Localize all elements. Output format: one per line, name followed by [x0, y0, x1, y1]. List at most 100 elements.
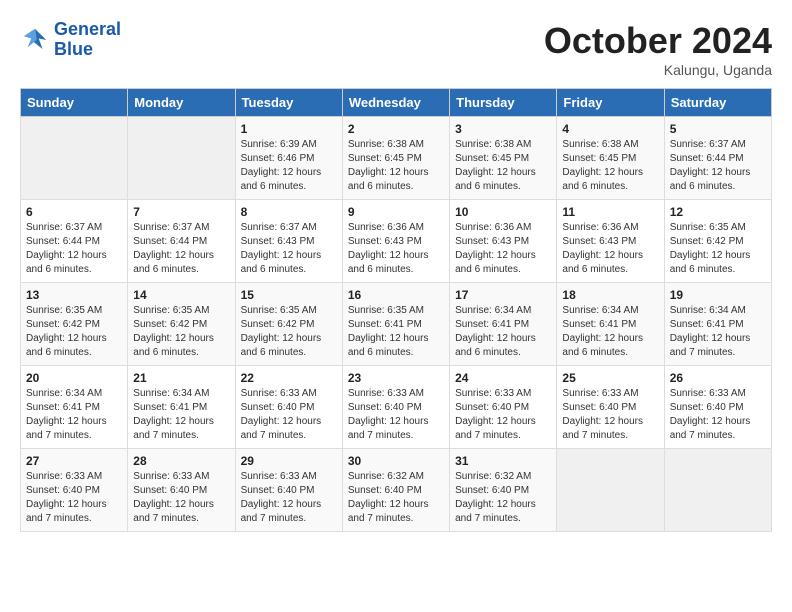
logo: General Blue [20, 20, 121, 60]
day-info: Sunrise: 6:33 AM Sunset: 6:40 PM Dayligh… [26, 470, 122, 526]
day-info: Sunrise: 6:37 AM Sunset: 6:44 PM Dayligh… [133, 221, 229, 277]
day-number: 2 [348, 122, 444, 136]
day-info: Sunrise: 6:39 AM Sunset: 6:46 PM Dayligh… [241, 138, 337, 194]
day-info: Sunrise: 6:33 AM Sunset: 6:40 PM Dayligh… [241, 470, 337, 526]
day-number: 24 [455, 371, 551, 385]
weekday-header-cell: Monday [128, 89, 235, 117]
calendar-cell: 6 Sunrise: 6:37 AM Sunset: 6:44 PM Daylig… [21, 200, 128, 283]
day-info: Sunrise: 6:35 AM Sunset: 6:42 PM Dayligh… [26, 304, 122, 360]
calendar-cell: 13Sunrise: 6:35 AM Sunset: 6:42 PM Dayli… [21, 283, 128, 366]
day-number: 6 [26, 205, 122, 219]
calendar-cell: 22 Sunrise: 6:33 AM Sunset: 6:40 PM Dayli… [235, 366, 342, 449]
calendar-cell: 1 Sunrise: 6:39 AM Sunset: 6:46 PM Daylig… [235, 117, 342, 200]
weekday-header-cell: Friday [557, 89, 664, 117]
day-info: Sunrise: 6:34 AM Sunset: 6:41 PM Dayligh… [670, 304, 766, 360]
calendar-cell: 30 Sunrise: 6:32 AM Sunset: 6:40 PM Dayli… [342, 449, 449, 532]
day-number: 26 [670, 371, 766, 385]
day-info: Sunrise: 6:35 AM Sunset: 6:41 PM Dayligh… [348, 304, 444, 360]
day-info: Sunrise: 6:32 AM Sunset: 6:40 PM Dayligh… [455, 470, 551, 526]
day-info: Sunrise: 6:33 AM Sunset: 6:40 PM Dayligh… [455, 387, 551, 443]
calendar-cell: 10 Sunrise: 6:36 AM Sunset: 6:43 PM Dayli… [450, 200, 557, 283]
day-info: Sunrise: 6:38 AM Sunset: 6:45 PM Dayligh… [562, 138, 658, 194]
calendar-cell: 8 Sunrise: 6:37 AM Sunset: 6:43 PM Daylig… [235, 200, 342, 283]
calendar-cell: 29 Sunrise: 6:33 AM Sunset: 6:40 PM Dayli… [235, 449, 342, 532]
month-title: October 2024 [544, 20, 772, 62]
calendar-table: SundayMondayTuesdayWednesdayThursdayFrid… [20, 88, 772, 532]
day-info: Sunrise: 6:36 AM Sunset: 6:43 PM Dayligh… [455, 221, 551, 277]
day-number: 8 [241, 205, 337, 219]
day-info: Sunrise: 6:33 AM Sunset: 6:40 PM Dayligh… [670, 387, 766, 443]
day-info: Sunrise: 6:34 AM Sunset: 6:41 PM Dayligh… [562, 304, 658, 360]
location-subtitle: Kalungu, Uganda [544, 62, 772, 78]
day-number: 18 [562, 288, 658, 302]
day-number: 28 [133, 454, 229, 468]
day-number: 10 [455, 205, 551, 219]
calendar-cell: 25 Sunrise: 6:33 AM Sunset: 6:40 PM Dayli… [557, 366, 664, 449]
calendar-cell: 5 Sunrise: 6:37 AM Sunset: 6:44 PM Daylig… [664, 117, 771, 200]
day-info: Sunrise: 6:33 AM Sunset: 6:40 PM Dayligh… [133, 470, 229, 526]
calendar-cell [557, 449, 664, 532]
day-info: Sunrise: 6:32 AM Sunset: 6:40 PM Dayligh… [348, 470, 444, 526]
day-number: 27 [26, 454, 122, 468]
weekday-header-cell: Saturday [664, 89, 771, 117]
day-number: 3 [455, 122, 551, 136]
calendar-cell: 28 Sunrise: 6:33 AM Sunset: 6:40 PM Dayli… [128, 449, 235, 532]
calendar-week-row: 6 Sunrise: 6:37 AM Sunset: 6:44 PM Daylig… [21, 200, 772, 283]
day-number: 11 [562, 205, 658, 219]
day-number: 23 [348, 371, 444, 385]
calendar-cell: 16Sunrise: 6:35 AM Sunset: 6:41 PM Dayli… [342, 283, 449, 366]
day-number: 14 [133, 288, 229, 302]
calendar-cell [664, 449, 771, 532]
calendar-cell: 9Sunrise: 6:36 AM Sunset: 6:43 PM Daylig… [342, 200, 449, 283]
day-info: Sunrise: 6:37 AM Sunset: 6:44 PM Dayligh… [670, 138, 766, 194]
calendar-cell: 20 Sunrise: 6:34 AM Sunset: 6:41 PM Dayli… [21, 366, 128, 449]
calendar-cell: 15Sunrise: 6:35 AM Sunset: 6:42 PM Dayli… [235, 283, 342, 366]
day-info: Sunrise: 6:33 AM Sunset: 6:40 PM Dayligh… [241, 387, 337, 443]
day-info: Sunrise: 6:35 AM Sunset: 6:42 PM Dayligh… [670, 221, 766, 277]
calendar-week-row: 27 Sunrise: 6:33 AM Sunset: 6:40 PM Dayli… [21, 449, 772, 532]
day-info: Sunrise: 6:33 AM Sunset: 6:40 PM Dayligh… [562, 387, 658, 443]
day-number: 1 [241, 122, 337, 136]
day-info: Sunrise: 6:37 AM Sunset: 6:43 PM Dayligh… [241, 221, 337, 277]
weekday-header-row: SundayMondayTuesdayWednesdayThursdayFrid… [21, 89, 772, 117]
day-info: Sunrise: 6:35 AM Sunset: 6:42 PM Dayligh… [133, 304, 229, 360]
calendar-cell: 24 Sunrise: 6:33 AM Sunset: 6:40 PM Dayli… [450, 366, 557, 449]
calendar-body: 1 Sunrise: 6:39 AM Sunset: 6:46 PM Daylig… [21, 117, 772, 532]
calendar-cell: 26 Sunrise: 6:33 AM Sunset: 6:40 PM Dayli… [664, 366, 771, 449]
day-info: Sunrise: 6:37 AM Sunset: 6:44 PM Dayligh… [26, 221, 122, 277]
weekday-header-cell: Thursday [450, 89, 557, 117]
calendar-week-row: 13Sunrise: 6:35 AM Sunset: 6:42 PM Dayli… [21, 283, 772, 366]
day-number: 4 [562, 122, 658, 136]
day-number: 5 [670, 122, 766, 136]
day-number: 9 [348, 205, 444, 219]
calendar-cell: 19Sunrise: 6:34 AM Sunset: 6:41 PM Dayli… [664, 283, 771, 366]
day-number: 22 [241, 371, 337, 385]
calendar-cell [128, 117, 235, 200]
calendar-cell: 23Sunrise: 6:33 AM Sunset: 6:40 PM Dayli… [342, 366, 449, 449]
calendar-cell: 14 Sunrise: 6:35 AM Sunset: 6:42 PM Dayli… [128, 283, 235, 366]
day-number: 12 [670, 205, 766, 219]
calendar-cell: 31Sunrise: 6:32 AM Sunset: 6:40 PM Dayli… [450, 449, 557, 532]
calendar-cell: 18 Sunrise: 6:34 AM Sunset: 6:41 PM Dayli… [557, 283, 664, 366]
logo-text: General Blue [54, 20, 121, 60]
weekday-header-cell: Sunday [21, 89, 128, 117]
day-info: Sunrise: 6:36 AM Sunset: 6:43 PM Dayligh… [562, 221, 658, 277]
day-number: 25 [562, 371, 658, 385]
day-info: Sunrise: 6:34 AM Sunset: 6:41 PM Dayligh… [26, 387, 122, 443]
weekday-header-cell: Wednesday [342, 89, 449, 117]
calendar-cell: 27 Sunrise: 6:33 AM Sunset: 6:40 PM Dayli… [21, 449, 128, 532]
day-number: 15 [241, 288, 337, 302]
day-number: 17 [455, 288, 551, 302]
calendar-cell: 7Sunrise: 6:37 AM Sunset: 6:44 PM Daylig… [128, 200, 235, 283]
day-info: Sunrise: 6:38 AM Sunset: 6:45 PM Dayligh… [348, 138, 444, 194]
day-number: 29 [241, 454, 337, 468]
day-number: 30 [348, 454, 444, 468]
day-info: Sunrise: 6:34 AM Sunset: 6:41 PM Dayligh… [133, 387, 229, 443]
day-number: 20 [26, 371, 122, 385]
weekday-header-cell: Tuesday [235, 89, 342, 117]
calendar-cell: 11 Sunrise: 6:36 AM Sunset: 6:43 PM Dayli… [557, 200, 664, 283]
calendar-cell: 12 Sunrise: 6:35 AM Sunset: 6:42 PM Dayli… [664, 200, 771, 283]
calendar-cell: 21Sunrise: 6:34 AM Sunset: 6:41 PM Dayli… [128, 366, 235, 449]
calendar-cell: 4 Sunrise: 6:38 AM Sunset: 6:45 PM Daylig… [557, 117, 664, 200]
calendar-week-row: 1 Sunrise: 6:39 AM Sunset: 6:46 PM Daylig… [21, 117, 772, 200]
